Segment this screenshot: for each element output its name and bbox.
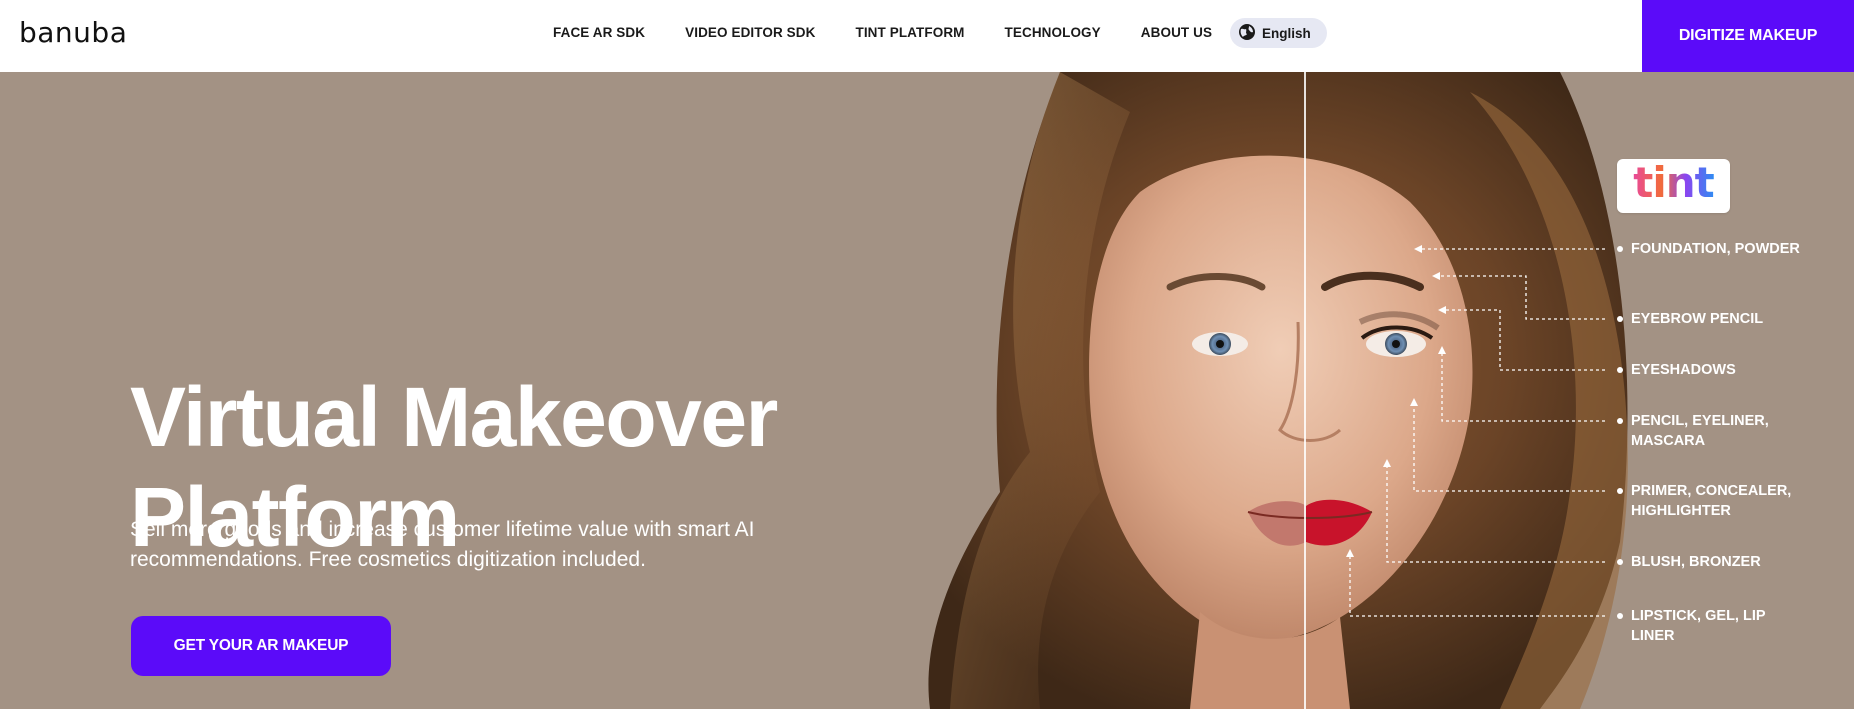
get-ar-makeup-button[interactable]: GET YOUR AR MAKEUP — [131, 616, 391, 676]
digitize-makeup-button[interactable]: DIGITIZE MAKEUP — [1642, 0, 1854, 72]
label-lipstick-gel-lip-liner: LIPSTICK, GEL, LIP LINER — [1631, 608, 1766, 644]
label-foundation-powder: FOUNDATION, POWDER — [1631, 241, 1800, 257]
nav-about-us[interactable]: ABOUT US — [1141, 25, 1212, 40]
label-primer-concealer-highlighter: PRIMER, CONCEALER, HIGHLIGHTER — [1631, 483, 1792, 519]
nav-tint-platform[interactable]: TINT PLATFORM — [855, 25, 964, 40]
language-selector[interactable]: English — [1230, 18, 1327, 48]
hero-title-line-1: Virtual Makeover — [130, 370, 778, 464]
label-dot — [1617, 316, 1623, 322]
hero-subtitle: Sell more goods and increase customer li… — [130, 518, 755, 571]
nav-technology[interactable]: TECHNOLOGY — [1005, 25, 1101, 40]
globe-icon — [1238, 23, 1256, 44]
nav-video-editor-sdk[interactable]: VIDEO EDITOR SDK — [685, 25, 815, 40]
label-eyeshadows: EYESHADOWS — [1631, 362, 1736, 378]
language-label: English — [1262, 25, 1311, 41]
label-dot — [1617, 559, 1623, 565]
label-eyebrow-pencil: EYEBROW PENCIL — [1631, 311, 1764, 327]
label-blush-bronzer: BLUSH, BRONZER — [1631, 554, 1761, 570]
label-dot — [1617, 613, 1623, 619]
site-header: banuba FACE AR SDK VIDEO EDITOR SDK TINT… — [0, 0, 1854, 72]
banuba-logo[interactable]: banuba — [19, 16, 127, 49]
label-dot — [1617, 246, 1623, 252]
nav-face-ar-sdk[interactable]: FACE AR SDK — [553, 25, 645, 40]
label-dot — [1617, 418, 1623, 424]
label-pencil-eyeliner-mascara: PENCIL, EYELINER, MASCARA — [1631, 413, 1769, 449]
main-nav: FACE AR SDK VIDEO EDITOR SDK TINT PLATFO… — [553, 0, 1252, 64]
label-dot — [1617, 367, 1623, 373]
tint-logo: tint — [1633, 162, 1714, 210]
label-dot — [1617, 488, 1623, 494]
tint-badge: tint — [1617, 159, 1730, 213]
hero-section: Virtual Makeover Platform — [0, 72, 1854, 709]
